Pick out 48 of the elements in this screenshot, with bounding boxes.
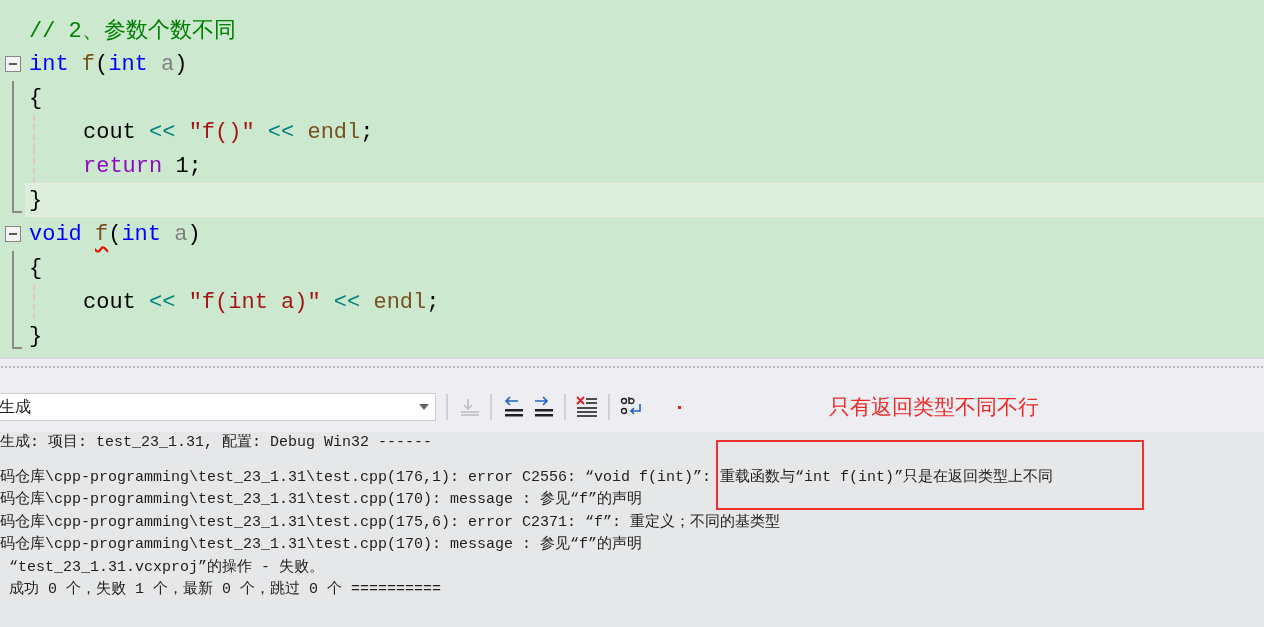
output-line: 码仓库\cpp-programming\test_23_1.31\test.cpp(170): message : 参见“f”的声明 [0,489,644,510]
code-token: cout [83,289,137,315]
code-token: endl [307,119,361,145]
code-token: << [149,289,177,315]
next-message-icon[interactable] [532,396,554,418]
code-token: ( [108,221,122,247]
code-token: int [121,221,162,247]
code-token: ; [426,289,440,315]
code-token: { [29,255,43,281]
output-line: 码仓库\cpp-programming\test_23_1.31\test.cpp(175,6): error C2371: “f”: 重定义；不同的基类型 [0,512,782,533]
code-token: int [108,51,148,77]
code-token: ) [187,221,201,247]
indent-guide [33,285,35,319]
code-token: 1; [174,153,202,179]
code-token: endl [373,289,427,315]
previous-message-icon[interactable] [502,396,524,418]
code-token: ; [360,119,374,145]
output-line: 码仓库\cpp-programming\test_23_1.31\test.cpp(170): message : 参见“f”的声明 [0,534,644,555]
code-token: void [29,221,83,247]
code-token: f [81,51,95,77]
collapse-icon[interactable] [5,226,21,242]
code-token: << [267,119,296,145]
code-token: } [29,323,43,349]
output-line: “test_23_1.31.vcxproj”的操作 - 失败。 [8,557,326,578]
code-token: << [333,289,362,315]
code-token: int [29,51,70,77]
output-line: 成功 0 个，失败 1 个，最新 0 个，跳过 0 个 ========== [8,579,443,600]
code-token: return [83,153,163,179]
code-editor[interactable]: // 2、参数个数不同 int f(int a) { cout << "f()" << endl; return 1; } void f(int a) { cout << "f(int a)" << endl; } [0,0,1264,357]
code-token: ) [174,51,188,77]
output-line: 码仓库\cpp-programming\test_23_1.31\test.cpp(176,1): error C2556: “void f(int)”: 重载函数与“int f(int)”只是在返回类型上不同 [0,467,1055,488]
code-token: f [95,221,109,247]
clear-all-icon[interactable] [576,396,598,418]
code-token: a [173,221,188,247]
output-line: 生成: 项目: test_23_1.31, 配置: Debug Win32 ------ [0,432,434,453]
code-token: << [149,119,177,145]
collapse-icon[interactable] [5,56,21,72]
code-token: // 2、参数个数不同 [29,19,236,44]
annotation-text: 只有返回类型不同不行 [829,394,1039,421]
code-token: "f(int a)" [188,289,322,315]
code-token: cout [83,119,137,145]
code-token: } [29,187,43,213]
code-token: "f()" [188,119,256,145]
code-token: ( [95,51,109,77]
code-token: { [29,85,43,111]
splitter-grip[interactable] [0,357,1264,378]
caret-icon [419,404,429,410]
code-token: a [160,51,175,77]
